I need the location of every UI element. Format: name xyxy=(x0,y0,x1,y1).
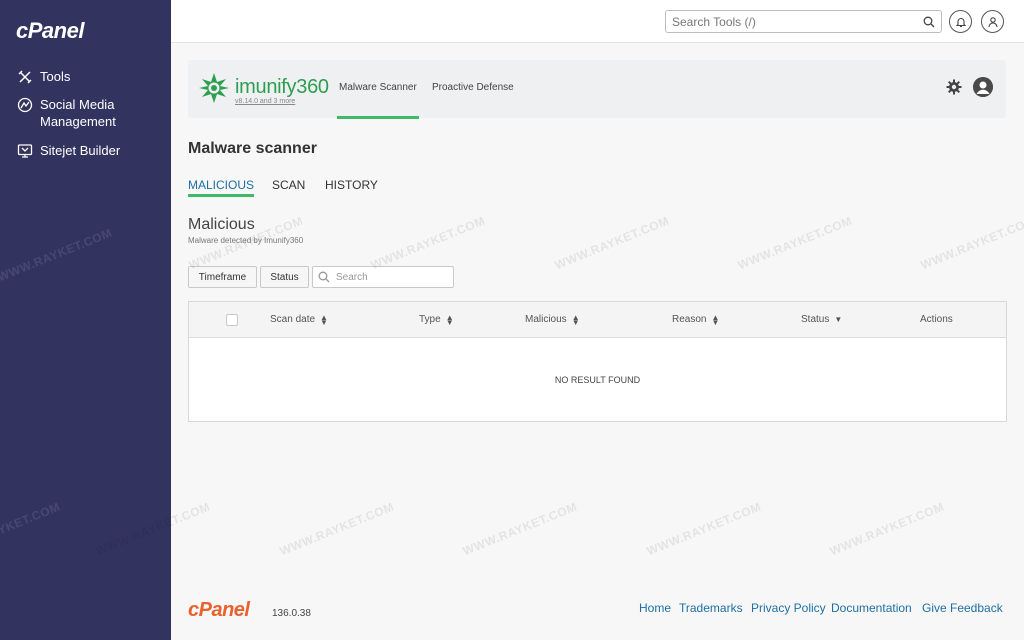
column-label: Malicious xyxy=(525,314,567,325)
tab-malware-scanner[interactable]: Malware Scanner xyxy=(337,82,419,119)
watermark: WWW.RAYKET.COM xyxy=(827,499,947,559)
page-title: Malware scanner xyxy=(188,140,317,157)
search-tools-input[interactable] xyxy=(672,14,923,29)
column-type[interactable]: Type ▲ ▼ xyxy=(419,312,454,327)
notifications-button[interactable] xyxy=(949,10,972,33)
timeframe-filter-button[interactable]: Timeframe xyxy=(188,266,257,288)
status-filter-button[interactable]: Status xyxy=(260,266,309,288)
malicious-table: Scan date ▲ ▼ Type ▲ ▼ Malicious ▲ ▼ Reason… xyxy=(188,301,1007,422)
column-label: Reason xyxy=(672,314,707,325)
sitejet-icon xyxy=(16,142,34,160)
tools-icon xyxy=(16,68,34,86)
sort-icon: ▲ ▼ xyxy=(445,312,454,327)
column-label: Status xyxy=(801,314,830,325)
sidebar-item-social-media[interactable]: Social Media Management xyxy=(16,96,140,130)
select-all-checkbox[interactable] xyxy=(226,314,238,326)
column-label: Type xyxy=(419,314,441,325)
watermark: WWW.RAYKET.COM xyxy=(460,499,580,559)
filter-search-input[interactable] xyxy=(336,271,446,283)
filter-search-box[interactable] xyxy=(312,266,454,288)
sidebar-item-label: Tools xyxy=(40,69,71,84)
tab-proactive-defense[interactable]: Proactive Defense xyxy=(432,82,514,93)
user-icon xyxy=(987,16,998,27)
footer-version: 136.0.38 xyxy=(272,608,311,619)
sidebar-item-label: Sitejet Builder xyxy=(40,143,121,158)
watermark: WWW.RAYKET.COM xyxy=(0,499,63,559)
sort-icon: ▲ ▼ xyxy=(711,312,720,327)
sort-down-icon: ▼ xyxy=(834,315,843,324)
watermark: WWW.RAYKET.COM xyxy=(277,499,397,559)
section-title: Malicious xyxy=(188,216,255,233)
search-icon xyxy=(318,271,330,283)
search-tools-box[interactable] xyxy=(665,10,942,33)
sidebar-item-tools[interactable]: Tools xyxy=(16,68,140,86)
column-actions: Actions xyxy=(920,314,953,325)
account-avatar-icon[interactable] xyxy=(973,77,993,97)
column-label: Scan date xyxy=(270,314,316,325)
sort-icon: ▲ ▼ xyxy=(571,312,580,327)
footer-link-documentation[interactable]: Documentation xyxy=(831,601,912,615)
imunify-version-link[interactable]: v8.14.0 and 3 more xyxy=(235,98,295,105)
column-scan-date[interactable]: Scan date ▲ ▼ xyxy=(270,312,328,327)
watermark: WWW.RAYKET.COM xyxy=(0,225,115,285)
watermark: WWW.RAYKET.COM xyxy=(735,213,855,273)
cpanel-logo[interactable]: cPanel xyxy=(16,18,84,44)
footer-link-privacy-policy[interactable]: Privacy Policy xyxy=(751,601,826,615)
imunify-brand: imunify360 xyxy=(235,76,329,99)
watermark: WWW.RAYKET.COM xyxy=(552,213,672,273)
imunify-header: imunify360 v8.14.0 and 3 more Malware Sc… xyxy=(188,60,1006,119)
top-bar xyxy=(171,0,1024,43)
sort-icon: ▲ ▼ xyxy=(320,312,328,327)
watermark: WWW.RAYKET.COM xyxy=(644,499,764,559)
footer-link-give-feedback[interactable]: Give Feedback xyxy=(922,601,1003,615)
column-label: Actions xyxy=(920,314,953,325)
column-malicious[interactable]: Malicious ▲ ▼ xyxy=(525,312,580,327)
social-media-icon xyxy=(16,96,34,114)
gear-icon[interactable] xyxy=(946,79,962,95)
footer-link-trademarks[interactable]: Trademarks xyxy=(679,601,743,615)
footer-cpanel-logo: cPanel xyxy=(188,599,250,621)
sidebar-item-label: Social Media Management xyxy=(40,97,116,129)
footer-link-home[interactable]: Home xyxy=(639,601,671,615)
bell-icon xyxy=(955,17,966,27)
empty-state-message: NO RESULT FOUND xyxy=(554,375,641,385)
tab-history[interactable]: HISTORY xyxy=(325,178,378,192)
tab-scan[interactable]: SCAN xyxy=(272,178,305,192)
sidebar-item-sitejet[interactable]: Sitejet Builder xyxy=(16,142,140,160)
imunify-brand-number: 360 xyxy=(296,76,329,98)
section-subtitle: Malware detected by Imunify360 xyxy=(188,236,304,245)
column-reason[interactable]: Reason ▲ ▼ xyxy=(672,312,720,327)
tab-malicious[interactable]: MALICIOUS xyxy=(188,178,255,197)
imunify-logo-icon xyxy=(199,73,229,103)
imunify-brand-text: imunify xyxy=(235,76,297,98)
watermark: WWW.RAYKET.COM xyxy=(368,213,488,273)
watermark: WWW.RAYKET.COM xyxy=(918,213,1024,273)
table-header: Scan date ▲ ▼ Type ▲ ▼ Malicious ▲ ▼ Reason… xyxy=(189,302,1006,338)
column-status[interactable]: Status ▼ xyxy=(801,314,842,325)
user-button[interactable] xyxy=(981,10,1004,33)
sidebar: cPanel Tools Social Media Management Sit… xyxy=(0,0,171,640)
search-icon[interactable] xyxy=(923,16,935,28)
